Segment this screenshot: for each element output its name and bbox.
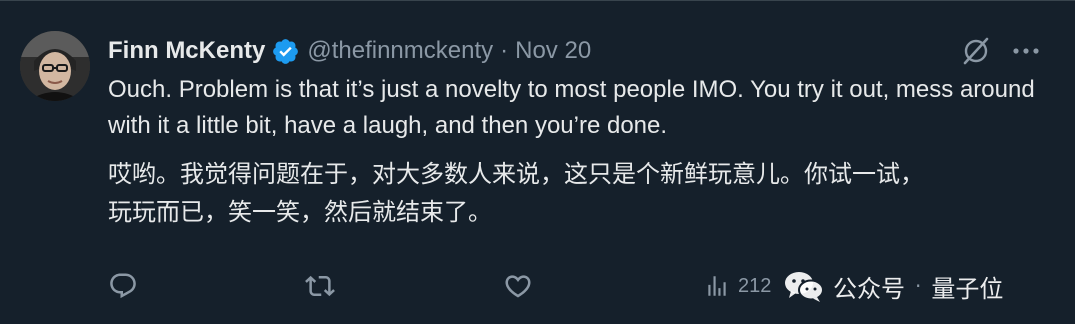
grok-button[interactable] [958, 33, 994, 69]
views-count: 212 [738, 274, 772, 297]
tweet-text-chinese: 哎哟。我觉得问题在于，对大多数人来说，这只是个新鲜玩意儿。你试一试， 玩玩而已，… [108, 155, 1058, 231]
like-button[interactable] [503, 263, 533, 309]
more-icon [1013, 48, 1039, 54]
tweet-text-chinese-line2: 玩玩而已，笑一笑，然后就结束了。 [108, 198, 492, 226]
wechat-icon [785, 272, 824, 302]
tweet-text-english: Ouch. Problem is that it’s just a novelt… [108, 76, 1035, 139]
tweet-text-chinese-line1: 哎哟。我觉得问题在于，对大多数人来说，这只是个新鲜玩意儿。你试一试， [108, 160, 924, 188]
verified-badge-icon [271, 37, 300, 66]
views-button[interactable]: 212 [704, 263, 771, 309]
author-name[interactable]: Finn McKenty [108, 37, 265, 65]
watermark: 公众号 · 量子位 [783, 263, 1003, 309]
grok-icon [963, 37, 989, 65]
like-icon [505, 275, 531, 298]
avatar[interactable] [20, 31, 90, 101]
header-separator: · [500, 37, 509, 64]
tweet-header: Finn McKenty @thefinnmckenty · Nov 20 [108, 33, 591, 69]
action-bar: 212 公众号 · 量子位 [0, 263, 1075, 309]
more-options-button[interactable] [1006, 33, 1046, 69]
avatar-photo [20, 31, 90, 101]
tweet-date[interactable]: Nov 20 [515, 37, 591, 65]
retweet-icon [305, 275, 335, 297]
tweet-card[interactable]: Finn McKenty @thefinnmckenty · Nov 20 Ou… [0, 0, 1075, 324]
watermark-account-label: 公众号 [833, 274, 905, 303]
reply-button[interactable] [108, 263, 138, 309]
views-icon [708, 276, 726, 296]
watermark-brand: 量子位 [931, 274, 1004, 303]
reply-icon [110, 273, 136, 299]
retweet-button[interactable] [304, 263, 336, 309]
author-handle[interactable]: @thefinnmckenty [307, 37, 493, 65]
watermark-separator: · [915, 274, 922, 298]
